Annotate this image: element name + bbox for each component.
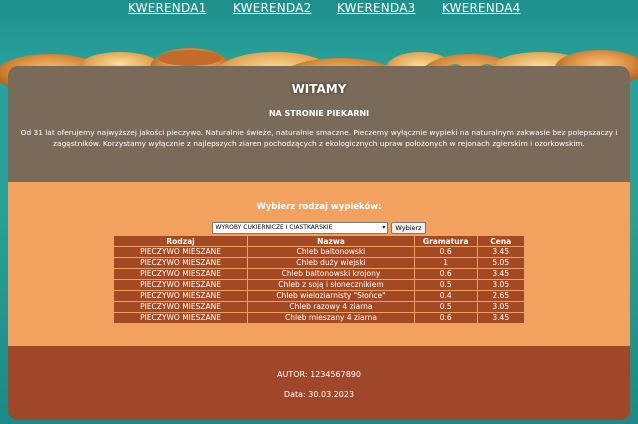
products-table: Rodzaj Nazwa Gramatura Cena PIECZYWO MIE… (112, 235, 525, 324)
table-row: PIECZYWO MIESZANE Chleb wieloziarnisty "… (112, 290, 525, 302)
cell-nazwa: Chleb mieszany 4 ziarna (247, 312, 415, 324)
nav-link-kwerenda2[interactable]: KWERENDA2 (233, 1, 311, 15)
cell-nazwa: Chleb razowy 4 ziarna (247, 301, 415, 313)
page-title: WITAMY (291, 82, 347, 96)
products-section: Wybierz rodzaj wypieków: WYROBY CUKIERNI… (8, 182, 630, 346)
cell-rodzaj: PIECZYWO MIESZANE (112, 268, 249, 280)
cell-rodzaj: PIECZYWO MIESZANE (112, 301, 249, 313)
welcome-banner: WITAMY NA STRONIE PIEKARNI Od 31 lat ofe… (8, 66, 630, 182)
table-row: PIECZYWO MIESZANE Chleb mieszany 4 ziarn… (112, 312, 525, 324)
cell-cena: 3.45 (476, 268, 525, 280)
chevron-down-icon: ▾ (382, 224, 386, 231)
table-row: PIECZYWO MIESZANE Chleb razowy 4 ziarna … (112, 301, 525, 313)
cell-cena: 3.05 (476, 279, 525, 291)
category-select-value: WYROBY CUKIERNICZE I CIASTKARSKIE (215, 224, 333, 231)
cell-cena: 2.65 (476, 290, 525, 302)
cell-gramatura: 0.6 (413, 246, 478, 258)
page-subtitle: NA STRONIE PIEKARNI (268, 109, 370, 118)
cell-gramatura: 0.4 (413, 290, 478, 302)
table-header-row: Rodzaj Nazwa Gramatura Cena (112, 235, 525, 247)
cell-rodzaj: PIECZYWO MIESZANE (112, 290, 249, 302)
nav-link-kwerenda1[interactable]: KWERENDA1 (128, 1, 206, 15)
cell-rodzaj: PIECZYWO MIESZANE (112, 257, 249, 269)
author-text: AUTOR: 1234567890 (277, 370, 361, 379)
cell-gramatura: 0.6 (413, 268, 478, 280)
cell-gramatura: 0.5 (413, 301, 478, 313)
cell-cena: 3.45 (476, 312, 525, 324)
cell-rodzaj: PIECZYWO MIESZANE (112, 279, 249, 291)
filter-form: WYROBY CUKIERNICZE I CIASTKARSKIE ▾ Wybi… (8, 222, 630, 234)
table-row: PIECZYWO MIESZANE Chleb baltonowski 0.6 … (112, 246, 525, 258)
cell-nazwa: Chleb baltonowski (247, 246, 415, 258)
cell-cena: 5.05 (476, 257, 525, 269)
filter-label: Wybierz rodzaj wypieków: (256, 202, 382, 212)
column-header-gramatura: Gramatura (413, 235, 478, 247)
top-navigation: KWERENDA1 KWERENDA2 KWERENDA3 KWERENDA4 (0, 0, 638, 22)
table-row: PIECZYWO MIESZANE Chleb duży wiejski 1 5… (112, 257, 525, 269)
cell-gramatura: 1 (413, 257, 478, 269)
category-select[interactable]: WYROBY CUKIERNICZE I CIASTKARSKIE ▾ (212, 222, 389, 234)
table-row: PIECZYWO MIESZANE Chleb z soją i słonecz… (112, 279, 525, 291)
cell-nazwa: Chleb z soją i słonecznikiem (247, 279, 415, 291)
nav-link-kwerenda4[interactable]: KWERENDA4 (442, 1, 520, 15)
cell-nazwa: Chleb wieloziarnisty "Słońce" (247, 290, 415, 302)
cell-cena: 3.05 (476, 301, 525, 313)
cell-nazwa: Chleb baltonowski krojony (247, 268, 415, 280)
page-footer: AUTOR: 1234567890 Data: 30.03.2023 (8, 346, 630, 420)
choose-button[interactable]: Wybierz (391, 222, 426, 234)
nav-link-kwerenda3[interactable]: KWERENDA3 (337, 1, 415, 15)
cell-cena: 3.45 (476, 246, 525, 258)
main-container: WITAMY NA STRONIE PIEKARNI Od 31 lat ofe… (8, 66, 630, 420)
cell-nazwa: Chleb duży wiejski (247, 257, 415, 269)
bakery-description: Od 31 lat oferujemy najwyższej jakości p… (20, 128, 618, 148)
date-text: Data: 30.03.2023 (283, 390, 355, 399)
cell-rodzaj: PIECZYWO MIESZANE (112, 312, 249, 324)
table-row: PIECZYWO MIESZANE Chleb baltonowski kroj… (112, 268, 525, 280)
cell-gramatura: 0.5 (413, 279, 478, 291)
column-header-cena: Cena (476, 235, 525, 247)
column-header-nazwa: Nazwa (247, 235, 415, 247)
column-header-rodzaj: Rodzaj (112, 235, 249, 247)
cell-gramatura: 0.6 (413, 312, 478, 324)
cell-rodzaj: PIECZYWO MIESZANE (112, 246, 249, 258)
